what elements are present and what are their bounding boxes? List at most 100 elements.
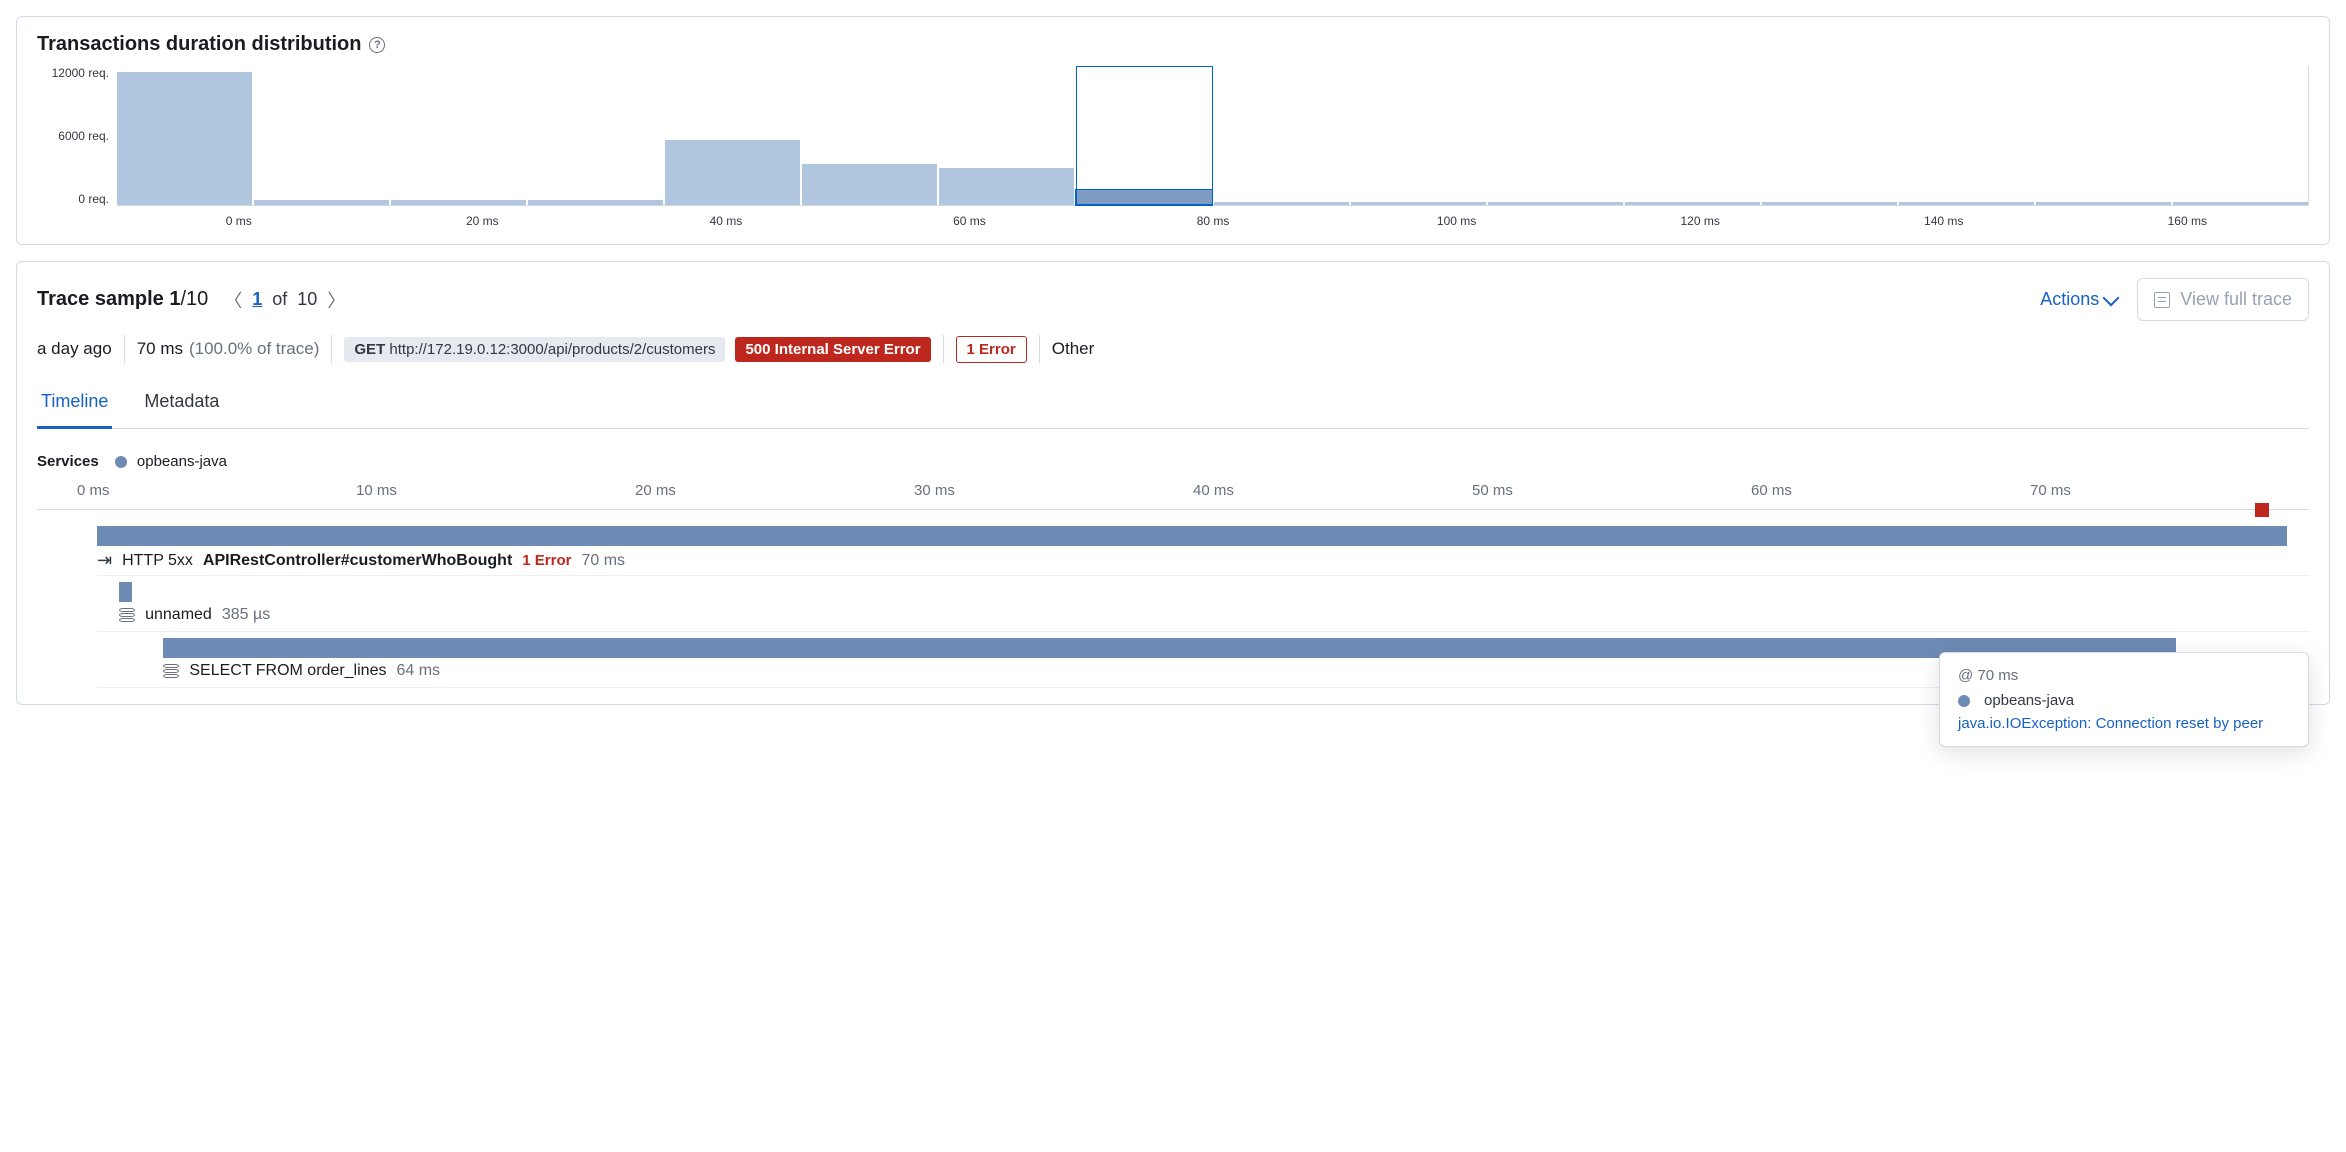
summary-url: http://172.19.0.12:3000/api/products/2/c… (389, 341, 715, 358)
histogram-body: 0 ms20 ms40 ms60 ms80 ms100 ms120 ms140 … (117, 66, 2309, 228)
actions-dropdown[interactable]: Actions (2040, 289, 2117, 310)
trace-header-left: Trace sample 1/10 〈 1 of 10 〉 (37, 287, 345, 313)
histogram-bar (1488, 202, 1623, 205)
x-tick: 120 ms (1578, 214, 1822, 228)
y-tick: 12000 req. (52, 66, 109, 80)
pager-prev-icon[interactable]: 〈 (224, 287, 242, 313)
histogram-bar-slot[interactable] (391, 66, 526, 205)
span-label: HTTP 5xxAPIRestController#customerWhoBou… (97, 550, 625, 571)
span-duration: 385 µs (222, 606, 270, 624)
popover-timestamp: @ 70 ms (1958, 667, 2290, 684)
trace-title: Trace sample 1/10 (37, 288, 208, 311)
histogram-bar-slot[interactable] (1076, 66, 1211, 205)
pager-total: 10 (297, 289, 317, 310)
histogram-y-axis: 12000 req. 6000 req. 0 req. (37, 66, 117, 206)
histogram-bar (1076, 190, 1211, 205)
span-bar (97, 526, 2287, 546)
histogram-bar-slot[interactable] (2036, 66, 2171, 205)
service-legend-item: opbeans-java (115, 453, 227, 470)
trace-header-right: Actions View full trace (2040, 278, 2309, 321)
histogram-bar (254, 200, 389, 205)
histogram-bar-slot[interactable] (665, 66, 800, 205)
span-row[interactable]: unnamed 385 µs (97, 576, 2309, 632)
histogram-bar-slot[interactable] (1899, 66, 2034, 205)
span-http-badge: HTTP 5xx (122, 552, 193, 570)
histogram-bar-slot[interactable] (254, 66, 389, 205)
span-name: unnamed (145, 606, 212, 624)
x-tick: 80 ms (1091, 214, 1335, 228)
histogram-bar (802, 164, 937, 205)
histogram-bar-slot[interactable] (802, 66, 937, 205)
timeline-tick: 20 ms (635, 482, 914, 499)
histogram-bar-slot[interactable] (1351, 66, 1486, 205)
view-full-trace-button[interactable]: View full trace (2137, 278, 2309, 321)
trace-header: Trace sample 1/10 〈 1 of 10 〉 Actions Vi… (37, 278, 2309, 321)
histogram-bar-slot[interactable] (1762, 66, 1897, 205)
summary-other: Other (1052, 339, 1095, 359)
pager-next-icon[interactable]: 〉 (327, 287, 345, 313)
timeline-tick: 60 ms (1751, 482, 2030, 499)
histogram-bar (1899, 202, 2034, 205)
distribution-title: Transactions duration distribution (37, 33, 361, 56)
trace-title-label: Trace sample (37, 288, 169, 310)
popover-error-link[interactable]: java.io.IOException: Connection reset by… (1958, 715, 2290, 732)
span-row[interactable]: HTTP 5xxAPIRestController#customerWhoBou… (97, 520, 2309, 576)
document-icon (2154, 292, 2170, 308)
histogram-bar-slot[interactable] (2173, 66, 2308, 205)
trace-current-index: 1 (169, 288, 180, 310)
histogram-bar (391, 200, 526, 205)
span-label: unnamed 385 µs (119, 606, 270, 624)
span-error-badge: 1 Error (522, 552, 571, 569)
separator (124, 335, 125, 363)
summary-method: GET (354, 341, 385, 358)
service-color-dot (1958, 695, 1970, 707)
histogram-bar-slot[interactable] (528, 66, 663, 205)
histogram-bar (2036, 202, 2171, 205)
services-label: Services (37, 453, 99, 470)
actions-label: Actions (2040, 289, 2099, 310)
x-tick: 100 ms (1335, 214, 1579, 228)
tab-timeline[interactable]: Timeline (37, 381, 112, 429)
http-span-icon (97, 550, 112, 571)
timeline-tick: 50 ms (1472, 482, 1751, 499)
x-tick: 160 ms (2066, 214, 2310, 228)
pager-current[interactable]: 1 (252, 289, 262, 310)
histogram-x-axis: 0 ms20 ms40 ms60 ms80 ms100 ms120 ms140 … (117, 206, 2309, 228)
histogram-bar (2173, 202, 2308, 205)
summary-errors-pill: 1 Error (956, 336, 1027, 363)
histogram-bar-slot[interactable] (1625, 66, 1760, 205)
service-name: opbeans-java (137, 453, 227, 470)
summary-age: a day ago (37, 339, 112, 359)
trace-total-suffix: /10 (180, 288, 208, 310)
histogram-bar (1351, 202, 1486, 205)
trace-pager: 〈 1 of 10 〉 (224, 287, 345, 313)
y-tick: 6000 req. (58, 129, 109, 143)
histogram-bar (1625, 202, 1760, 205)
histogram-bar (665, 140, 800, 205)
x-tick: 20 ms (361, 214, 605, 228)
histogram-bar-slot[interactable] (939, 66, 1074, 205)
popover-service-name: opbeans-java (1984, 692, 2074, 709)
distribution-title-row: Transactions duration distribution ? (37, 33, 2309, 56)
help-icon[interactable]: ? (369, 37, 385, 53)
histogram-bars[interactable] (117, 66, 2309, 206)
histogram-bar-slot[interactable] (1488, 66, 1623, 205)
summary-duration: 70 ms (137, 339, 183, 359)
timeline-axis: 0 ms10 ms20 ms30 ms40 ms50 ms60 ms70 ms (37, 482, 2309, 510)
timeline-tick: 30 ms (914, 482, 1193, 499)
histogram-bar (1214, 202, 1349, 205)
timeline-error-marker (2255, 503, 2269, 517)
histogram-bar (117, 72, 252, 205)
timeline-tick: 10 ms (356, 482, 635, 499)
timeline-tick: 0 ms (77, 482, 356, 499)
histogram-bar-slot[interactable] (117, 66, 252, 205)
y-tick: 0 req. (78, 192, 109, 206)
timeline-tick: 40 ms (1193, 482, 1472, 499)
services-legend: Services opbeans-java (37, 453, 2309, 470)
separator (331, 335, 332, 363)
histogram-bar-slot[interactable] (1214, 66, 1349, 205)
tab-metadata[interactable]: Metadata (140, 381, 223, 429)
separator (943, 335, 944, 363)
trace-tabs: Timeline Metadata (37, 381, 2309, 429)
x-tick: 0 ms (117, 214, 361, 228)
